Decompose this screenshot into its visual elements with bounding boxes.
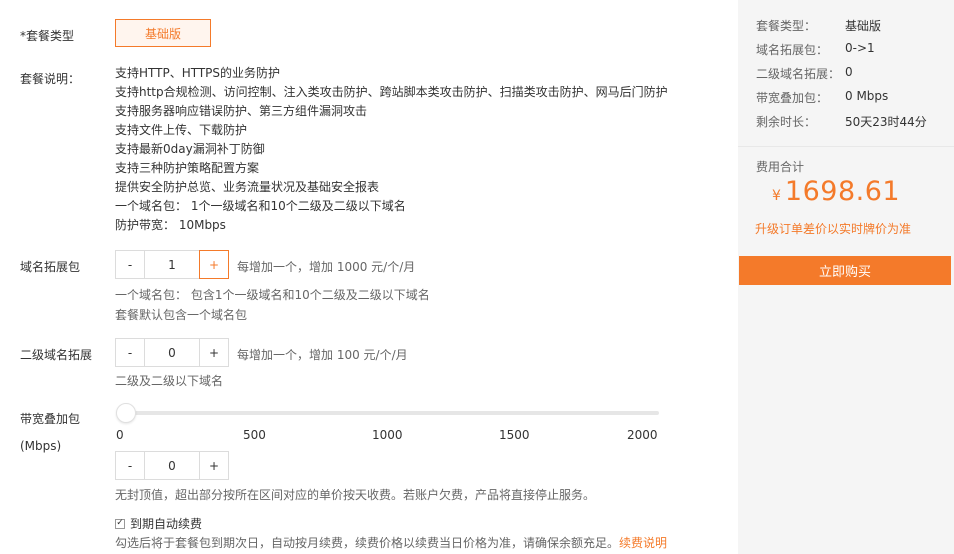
- domain-note: 一个域名包： 包含1个一级域名和10个二级及二级以下域名: [115, 288, 430, 302]
- bandwidth-label: 带宽叠加包: [20, 412, 81, 426]
- bandwidth-unit-label: (Mbps): [20, 439, 62, 453]
- summary-value: 50天23时44分: [845, 115, 927, 129]
- auto-renew-row[interactable]: ✓ 到期自动续费: [115, 515, 202, 532]
- summary-label: 套餐类型：: [756, 19, 817, 33]
- summary-label: 二级域名拓展：: [756, 67, 841, 81]
- summary-value: 0 Mbps: [845, 89, 889, 103]
- bandwidth-plus-button[interactable]: +: [199, 452, 228, 479]
- subdomain-minus-button[interactable]: -: [116, 339, 145, 366]
- auto-renew-note-text: 勾选后将于套餐包到期次日，自动按月续费，续费价格以续费当日价格为准，请确保余额充…: [115, 536, 620, 550]
- slider-tick: 1000: [372, 428, 403, 442]
- description-line: 支持服务器响应错误防护、第三方组件漏洞攻击: [115, 104, 368, 118]
- description-line: 提供安全防护总览、业务流量状况及基础安全报表: [115, 180, 380, 194]
- subdomain-price-hint: 每增加一个，增加 100 元/个/月: [237, 348, 408, 362]
- subdomain-expansion-label: 二级域名拓展: [20, 348, 93, 362]
- auto-renew-label: 到期自动续费: [130, 517, 203, 531]
- summary-value: 基础版: [845, 19, 882, 33]
- bandwidth-minus-button[interactable]: -: [116, 452, 145, 479]
- fee-note: 升级订单差价以实时牌价为准: [755, 222, 912, 236]
- domain-expansion-label: 域名拓展包: [20, 260, 81, 274]
- summary-value: 0->1: [845, 41, 875, 55]
- subdomain-quantity-input[interactable]: 0: [145, 339, 199, 366]
- fee-total-label: 费用合计: [756, 160, 805, 174]
- auto-renew-checkbox[interactable]: ✓: [115, 518, 125, 529]
- bandwidth-slider-handle[interactable]: [116, 403, 136, 423]
- summary-label: 域名拓展包：: [756, 43, 829, 57]
- summary-value: 0: [845, 65, 853, 79]
- slider-tick: 1500: [499, 428, 530, 442]
- slider-tick: 2000: [627, 428, 658, 442]
- bandwidth-quantity-input[interactable]: 0: [145, 452, 199, 479]
- summary-label: 剩余时长：: [756, 115, 817, 129]
- package-description-label: 套餐说明：: [20, 72, 81, 86]
- package-description: 支持HTTP、HTTPS的业务防护 支持http合规检测、访问控制、注入类攻击防…: [115, 64, 668, 235]
- slider-tick: 0: [116, 428, 124, 442]
- summary-divider: [738, 146, 954, 147]
- auto-renew-note: 勾选后将于套餐包到期次日，自动按月续费，续费价格以续费当日价格为准，请确保余额充…: [115, 534, 667, 551]
- description-line: 防护带宽： 10Mbps: [115, 218, 226, 232]
- description-line: 一个域名包： 1个一级域名和10个二级及二级以下域名: [115, 199, 406, 213]
- renew-info-link[interactable]: 续费说明: [619, 536, 667, 550]
- description-line: 支持三种防护策略配置方案: [115, 161, 260, 175]
- domain-price-hint: 每增加一个，增加 1000 元/个/月: [237, 260, 416, 274]
- buy-now-button[interactable]: 立即购买: [739, 256, 951, 285]
- description-line: 支持文件上传、下载防护: [115, 123, 248, 137]
- domain-default-note: 套餐默认包含一个域名包: [115, 308, 248, 322]
- fee-total: ¥ 1698.61: [772, 176, 900, 207]
- domain-minus-button[interactable]: -: [116, 251, 145, 278]
- subdomain-expansion-stepper: - 0 +: [115, 338, 229, 367]
- currency-symbol: ¥: [772, 188, 781, 204]
- domain-quantity-input[interactable]: 1: [145, 251, 199, 278]
- description-line: 支持http合规检测、访问控制、注入类攻击防护、跨站脚本类攻击防护、扫描类攻击防…: [115, 85, 668, 99]
- bandwidth-slider-track[interactable]: [119, 411, 659, 415]
- domain-plus-button[interactable]: +: [199, 250, 229, 279]
- fee-total-amount: 1698.61: [784, 176, 901, 207]
- package-basic-button[interactable]: 基础版: [115, 19, 211, 47]
- summary-label: 带宽叠加包：: [756, 91, 829, 105]
- bandwidth-note: 无封顶值，超出部分按所在区间对应的单价按天收费。若账户欠费，产品将直接停止服务。: [115, 488, 596, 502]
- description-line: 支持最新0day漏洞补丁防御: [115, 142, 265, 156]
- subdomain-plus-button[interactable]: +: [199, 339, 228, 366]
- description-line: 支持HTTP、HTTPS的业务防护: [115, 66, 281, 80]
- bandwidth-stepper: - 0 +: [115, 451, 229, 480]
- subdomain-note: 二级及二级以下域名: [115, 374, 224, 388]
- config-panel: *套餐类型 基础版 套餐说明： 支持HTTP、HTTPS的业务防护 支持http…: [0, 0, 728, 554]
- domain-expansion-stepper: - 1 +: [115, 250, 229, 279]
- slider-tick: 500: [243, 428, 266, 442]
- package-type-label: *套餐类型: [20, 29, 75, 43]
